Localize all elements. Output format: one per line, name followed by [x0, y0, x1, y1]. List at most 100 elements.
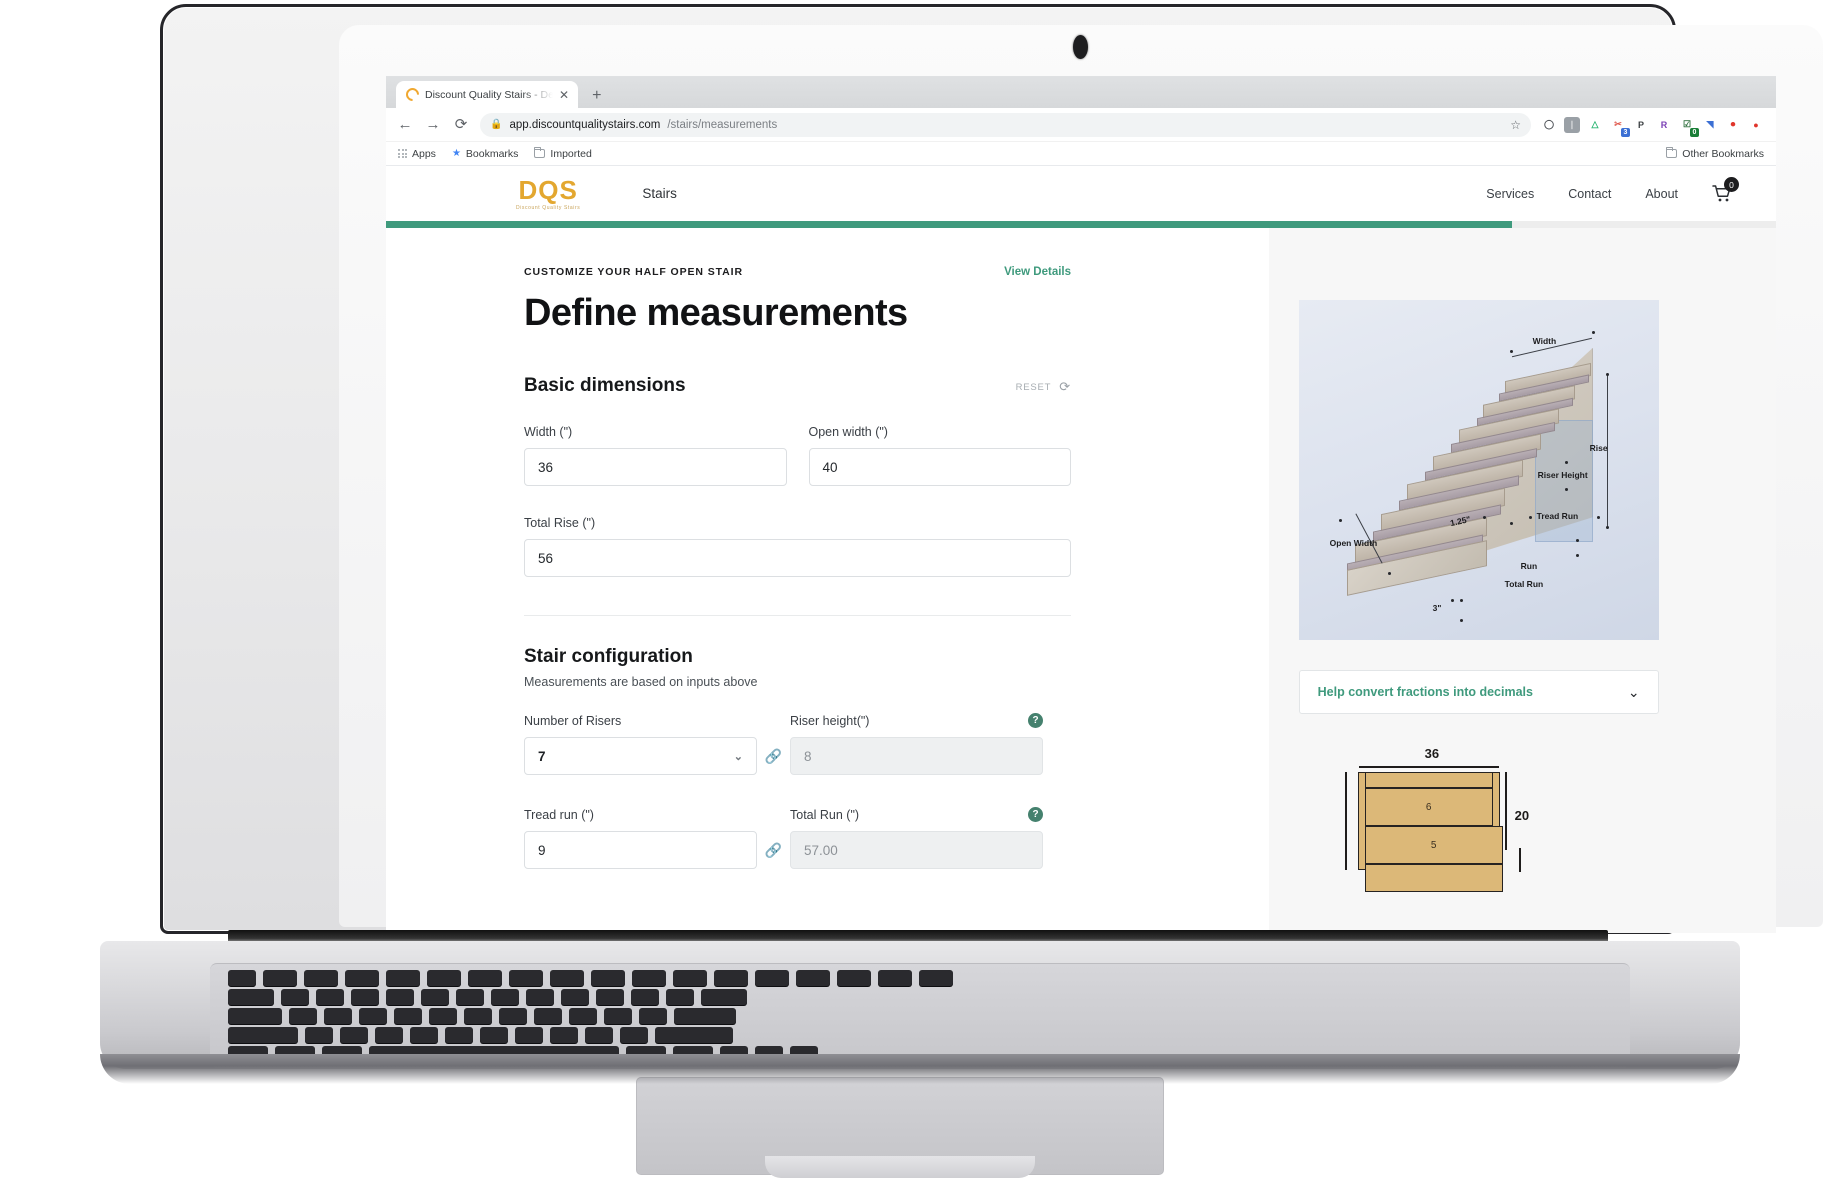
keyboard-key[interactable] [596, 989, 624, 1005]
keyboard-key[interactable] [289, 1008, 317, 1024]
keyboard-key[interactable] [316, 989, 344, 1005]
dim-label-run: Run [1520, 561, 1538, 571]
keyboard-key[interactable] [632, 970, 666, 986]
keyboard-key[interactable] [515, 1027, 543, 1043]
keyboard-key[interactable] [480, 1027, 508, 1043]
bookmark-star-icon[interactable]: ☆ [1510, 118, 1521, 132]
keyboard-key[interactable] [919, 970, 953, 986]
rakuten-extension[interactable]: R [1656, 116, 1672, 133]
keyboard-key[interactable] [421, 989, 449, 1005]
new-tab-button[interactable]: + [592, 88, 601, 104]
keyboard-key[interactable] [468, 970, 502, 986]
bookmark-bookmarks[interactable]: ★ Bookmarks [452, 148, 518, 160]
keyboard-key[interactable] [375, 1027, 403, 1043]
link-icon[interactable]: 🔗 [757, 737, 790, 775]
cart-button[interactable]: 0 [1712, 177, 1739, 202]
reset-button[interactable]: RESET ⟳ [1016, 379, 1071, 395]
keyboard-key[interactable] [305, 1027, 333, 1043]
keyboard-key[interactable] [534, 1008, 562, 1024]
open-width-input[interactable]: 40 [808, 448, 1071, 486]
keyboard-key[interactable] [550, 970, 584, 986]
keyboard-key[interactable] [228, 1027, 298, 1043]
bookmark-other[interactable]: Other Bookmarks [1665, 146, 1764, 160]
accordion-label: Help convert fractions into decimals [1317, 685, 1533, 699]
address-bar[interactable]: 🔒 app.discountqualitystairs.com/stairs/m… [480, 112, 1531, 137]
keyboard-key[interactable] [755, 970, 789, 986]
keyboard-key[interactable] [666, 989, 694, 1005]
keyboard-key[interactable] [228, 1008, 282, 1024]
bookmark-imported[interactable]: Imported [534, 146, 592, 160]
keyboard-key[interactable] [394, 1008, 422, 1024]
record-extension[interactable]: ⏺ [1725, 116, 1741, 133]
keyboard-key[interactable] [491, 989, 519, 1005]
nav-item-about[interactable]: About [1645, 187, 1678, 201]
triangle-extension[interactable]: △ [1587, 116, 1603, 133]
keyboard-key[interactable] [445, 1027, 473, 1043]
keyboard-key[interactable] [673, 970, 707, 986]
keyboard-key[interactable] [340, 1027, 368, 1043]
keyboard-key[interactable] [714, 970, 748, 986]
help-icon[interactable]: ? [1028, 807, 1043, 822]
keyboard-key[interactable] [499, 1008, 527, 1024]
keyboard-key[interactable] [620, 1027, 648, 1043]
keyboard-key[interactable] [386, 970, 420, 986]
keyboard-key[interactable] [509, 970, 543, 986]
keyboard-key[interactable] [386, 989, 414, 1005]
cast-extension[interactable]: ◥ [1702, 116, 1718, 133]
keyboard-key[interactable] [655, 1027, 733, 1043]
keyboard-key[interactable] [604, 1008, 632, 1024]
keyboard-key[interactable] [701, 989, 747, 1005]
scissors-extension[interactable]: ✂ 3 [1610, 116, 1630, 137]
circle-extension[interactable]: ◯ [1541, 116, 1557, 133]
keyboard-key[interactable] [228, 970, 256, 986]
grammar-extension[interactable]: ᛁ [1564, 116, 1580, 133]
bookmark-apps[interactable]: Apps [398, 148, 436, 160]
total-rise-input[interactable]: 56 [524, 539, 1071, 577]
link-icon[interactable]: 🔗 [757, 831, 790, 869]
keyboard-key[interactable] [639, 1008, 667, 1024]
fractions-accordion[interactable]: Help convert fractions into decimals ⌄ [1298, 670, 1659, 714]
tasks-extension[interactable]: ☑ 0 [1679, 116, 1699, 137]
keyboard-key[interactable] [526, 989, 554, 1005]
nav-item-stairs[interactable]: Stairs [642, 186, 677, 201]
nav-item-services[interactable]: Services [1486, 187, 1534, 201]
keyboard-key[interactable] [410, 1027, 438, 1043]
keyboard-key[interactable] [796, 970, 830, 986]
keyboard-key[interactable] [304, 970, 338, 986]
keyboard-key[interactable] [456, 989, 484, 1005]
keyboard-key[interactable] [324, 1008, 352, 1024]
keyboard-key[interactable] [281, 989, 309, 1005]
keyboard-key[interactable] [674, 1008, 736, 1024]
close-icon[interactable]: ✕ [559, 89, 569, 101]
nav-item-contact[interactable]: Contact [1568, 187, 1611, 201]
keyboard-key[interactable] [878, 970, 912, 986]
pinterest-extension[interactable]: P [1633, 116, 1649, 133]
keyboard-key[interactable] [561, 989, 589, 1005]
reload-icon[interactable]: ⟳ [452, 117, 470, 132]
keyboard-key[interactable] [631, 989, 659, 1005]
view-details-link[interactable]: View Details [1004, 266, 1071, 278]
back-icon[interactable]: ← [396, 117, 414, 132]
site-logo[interactable]: DQS Discount Quality Stairs [516, 177, 580, 211]
number-of-risers-select[interactable]: 7 ⌄ [524, 737, 757, 775]
keyboard-key[interactable] [345, 970, 379, 986]
keyboard-key[interactable] [569, 1008, 597, 1024]
width-input[interactable]: 36 [524, 448, 787, 486]
keyboard-key[interactable] [359, 1008, 387, 1024]
profile-extension[interactable]: ● [1748, 116, 1764, 133]
keyboard-key[interactable] [591, 970, 625, 986]
keyboard-key[interactable] [837, 970, 871, 986]
keyboard-key[interactable] [228, 989, 274, 1005]
page-title: Define measurements [524, 292, 908, 334]
browser-tab[interactable]: Discount Quality Stairs - Define ✕ [396, 81, 579, 108]
keyboard-key[interactable] [263, 970, 297, 986]
keyboard-key[interactable] [550, 1027, 578, 1043]
keyboard-key[interactable] [585, 1027, 613, 1043]
tread-run-input[interactable]: 9 [524, 831, 757, 869]
keyboard-key[interactable] [351, 989, 379, 1005]
keyboard-key[interactable] [427, 970, 461, 986]
help-icon[interactable]: ? [1028, 713, 1043, 728]
forward-icon[interactable]: → [424, 117, 442, 132]
keyboard-key[interactable] [464, 1008, 492, 1024]
keyboard-key[interactable] [429, 1008, 457, 1024]
